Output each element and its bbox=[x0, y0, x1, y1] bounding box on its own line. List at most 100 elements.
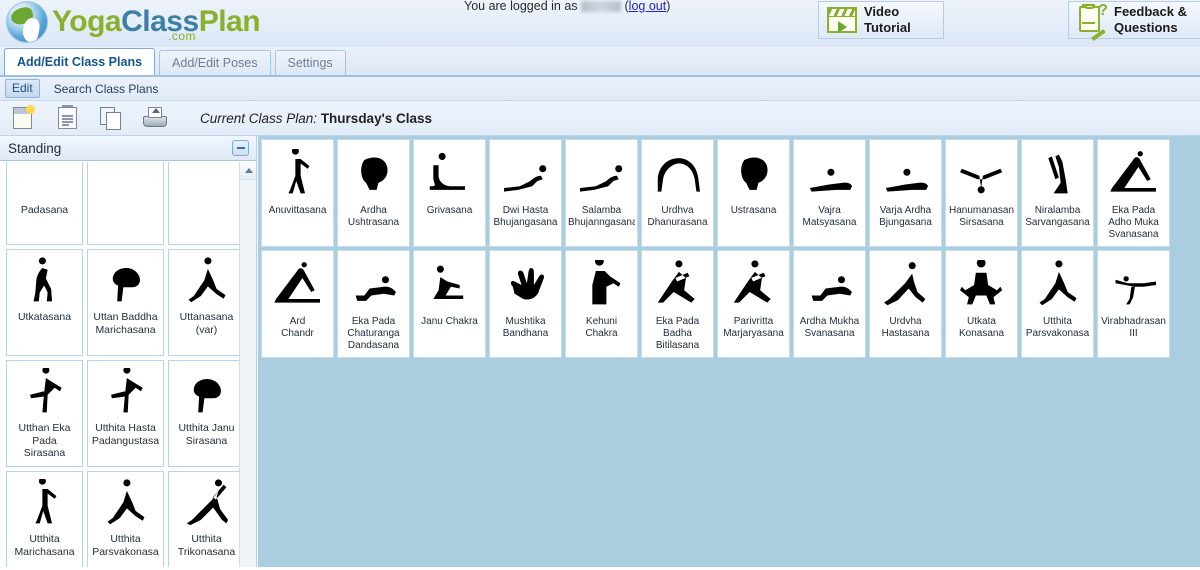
tab-add-edit-class-plans[interactable]: Add/Edit Class Plans bbox=[4, 48, 156, 75]
class-plan-pose-card[interactable]: Eka Pada Chaturanga Dandasana bbox=[337, 250, 410, 358]
pose-name-line: Salamba bbox=[581, 205, 622, 216]
class-plan-pose-card[interactable]: Anuvittasana bbox=[261, 139, 334, 247]
edit-tab-button[interactable]: Edit bbox=[5, 79, 40, 98]
pose-name-line: Pada bbox=[32, 434, 57, 447]
new-document-icon[interactable] bbox=[10, 105, 36, 131]
class-plan-pose-card[interactable]: Vajra Matsyasana bbox=[793, 139, 866, 247]
sidebar-scroll-region: Padasana Utkatasana Uttan Baddha Marichasan… bbox=[0, 162, 256, 567]
class-plan-pose-card[interactable]: Urdvha Hastasana bbox=[869, 250, 942, 358]
class-plan-pose-card[interactable]: Eka Pada Badha Bitilasana bbox=[641, 250, 714, 358]
sidebar-pose-card[interactable]: Utthita Marichasana bbox=[6, 471, 83, 567]
pose-name-line: Niralamba bbox=[1034, 205, 1081, 216]
pose-name-line: Dwi Hasta bbox=[502, 205, 549, 216]
sidebar-scrollbar[interactable] bbox=[239, 162, 256, 567]
logout-paren-close: ) bbox=[666, 0, 671, 13]
pose-name-line: Padangustasa bbox=[91, 434, 160, 447]
pose-name-line: Marichasana bbox=[95, 323, 156, 336]
video-tutorial-button[interactable]: Video Tutorial bbox=[818, 1, 944, 39]
sidebar-pose-card[interactable]: Utthita Janu Sirasana bbox=[168, 360, 245, 467]
pose-name-line: Bjungasana bbox=[879, 217, 932, 228]
pose-name-line: Utthita bbox=[1043, 316, 1072, 327]
sidebar-pose-card[interactable]: Uttanasana (var) bbox=[168, 249, 245, 356]
copy-icon[interactable] bbox=[98, 105, 124, 131]
tab-settings[interactable]: Settings bbox=[274, 50, 346, 75]
pose-name-line: Utthita bbox=[110, 533, 141, 545]
pose-name-line: Ardha bbox=[360, 205, 387, 216]
class-plan-pose-card[interactable]: Dwi Hasta Bhujangasana bbox=[489, 139, 562, 247]
class-plan-pose-card[interactable]: Ardha Ushtrasana bbox=[337, 139, 410, 247]
feedback-line1: Feedback & bbox=[1114, 3, 1187, 19]
chevron-up-icon[interactable] bbox=[240, 162, 256, 180]
class-plan-pose-card[interactable]: Varja Ardha Bjungasana bbox=[869, 139, 942, 247]
list-document-icon[interactable] bbox=[54, 105, 80, 131]
pose-name-line: Dandasana bbox=[347, 340, 400, 351]
pose-name-line: Konasana bbox=[958, 328, 1005, 339]
feedback-questions-button[interactable]: ? Feedback & Questions bbox=[1068, 1, 1200, 41]
class-plan-pose-card[interactable]: Utkata Konasana bbox=[945, 250, 1018, 358]
pose-name-line: Bhujanngasana bbox=[568, 217, 635, 228]
sidebar-pose-card[interactable]: Uttan Baddha Marichasana bbox=[87, 249, 164, 356]
sidebar-pose-card[interactable]: Utthan Eka Pada Sirasana bbox=[6, 360, 83, 467]
pose-name-line: Bandhana bbox=[502, 328, 549, 339]
sidebar-pose-card-partial[interactable] bbox=[168, 162, 245, 245]
class-plan-pose-card[interactable]: Grivasana bbox=[413, 139, 486, 247]
pose-silhouette-icon bbox=[416, 143, 483, 205]
video-tutorial-line1: Video bbox=[864, 3, 900, 19]
pose-name-line: Parivritta bbox=[733, 316, 774, 327]
sidebar-pose-card-partial[interactable] bbox=[87, 162, 164, 245]
pose-name-line: Chaturanga bbox=[347, 328, 400, 339]
class-plan-pose-card[interactable]: Kehuni Chakra bbox=[565, 250, 638, 358]
class-plan-pose-card[interactable]: Urdhva Dhanurasana bbox=[641, 139, 714, 247]
sidebar-pose-card[interactable]: Utthita Trikonasana bbox=[168, 471, 245, 567]
pose-name-line: Hanumanasan bbox=[948, 205, 1015, 216]
class-plan-pose-card[interactable]: Eka Pada Adho Muka Svanasana bbox=[1097, 139, 1170, 247]
class-plan-pose-card[interactable]: Virabhadrasan III bbox=[1097, 250, 1170, 358]
pose-silhouette-icon bbox=[644, 143, 711, 205]
category-title: Standing bbox=[8, 140, 62, 156]
pose-name-line: Ushtrasana bbox=[347, 217, 400, 228]
pose-name-line: (var) bbox=[195, 323, 218, 336]
pose-name-line: Parsvakonasa bbox=[1025, 328, 1090, 339]
site-logo[interactable]: YogaClassPlan bbox=[6, 1, 261, 43]
scrollbar-track[interactable] bbox=[240, 180, 256, 567]
pose-silhouette-icon bbox=[796, 143, 863, 205]
class-plan-pose-card[interactable]: Parivritta Marjaryasana bbox=[717, 250, 790, 358]
category-header-standing[interactable]: Standing bbox=[0, 136, 256, 161]
sidebar-pose-card[interactable]: Utthita Hasta Padangustasa bbox=[87, 360, 164, 467]
pose-silhouette-icon bbox=[9, 364, 80, 422]
class-plan-pose-card[interactable]: Ard Chandr bbox=[261, 250, 334, 358]
pose-name-line: Sirsasana bbox=[959, 217, 1004, 228]
pose-name-line: Hastasana bbox=[881, 328, 930, 339]
sidebar-pose-card[interactable]: Utkatasana bbox=[6, 249, 83, 356]
class-plan-pose-card[interactable]: Mushtika Bandhana bbox=[489, 250, 562, 358]
pose-silhouette-icon bbox=[492, 143, 559, 205]
pose-name-line: Padasana bbox=[20, 204, 69, 216]
username-redacted bbox=[581, 1, 622, 12]
class-plan-pose-card[interactable]: Utthita Parsvakonasa bbox=[1021, 250, 1094, 358]
class-plan-pose-grid: Anuvittasana Ardha Ushtrasana Grivasana Dwi … bbox=[261, 139, 1200, 358]
pose-name-line: Janu Chakra bbox=[421, 316, 478, 327]
minus-icon[interactable] bbox=[232, 140, 249, 156]
class-plan-pose-card[interactable]: Ardha Mukha Svanasana bbox=[793, 250, 866, 358]
sidebar-pose-card[interactable]: Utthita Parsvakonasa bbox=[87, 471, 164, 567]
pose-name-line: Parsvakonasa bbox=[92, 545, 159, 558]
pose-name-line: Utthita bbox=[191, 533, 222, 545]
logged-in-prefix: You are logged in as bbox=[464, 0, 578, 13]
search-class-plans-tab[interactable]: Search Class Plans bbox=[54, 82, 159, 96]
class-plan-pose-card[interactable]: Ustrasana bbox=[717, 139, 790, 247]
pose-silhouette-icon bbox=[1100, 254, 1167, 316]
class-plan-pose-card[interactable]: Janu Chakra bbox=[413, 250, 486, 358]
pose-silhouette-icon bbox=[872, 143, 939, 205]
logo-text-plan: Plan bbox=[198, 5, 261, 38]
class-plan-pose-card[interactable]: Hanumanasan Sirsasana bbox=[945, 139, 1018, 247]
pose-name-line: Grivasana bbox=[426, 205, 473, 216]
print-icon[interactable] bbox=[142, 105, 168, 131]
pose-name-line: Utthan Eka bbox=[18, 422, 71, 434]
class-plan-pose-card[interactable]: Salamba Bhujanngasana bbox=[565, 139, 638, 247]
tab-add-edit-poses[interactable]: Add/Edit Poses bbox=[159, 50, 271, 75]
class-plan-pose-card[interactable]: Niralamba Sarvangasana bbox=[1021, 139, 1094, 247]
pose-name-line: Varja Ardha bbox=[879, 205, 932, 216]
sidebar-pose-card-partial[interactable]: Padasana bbox=[6, 162, 83, 245]
logout-link[interactable]: log out bbox=[629, 0, 667, 13]
pose-name-line: Urdhva bbox=[661, 205, 694, 216]
